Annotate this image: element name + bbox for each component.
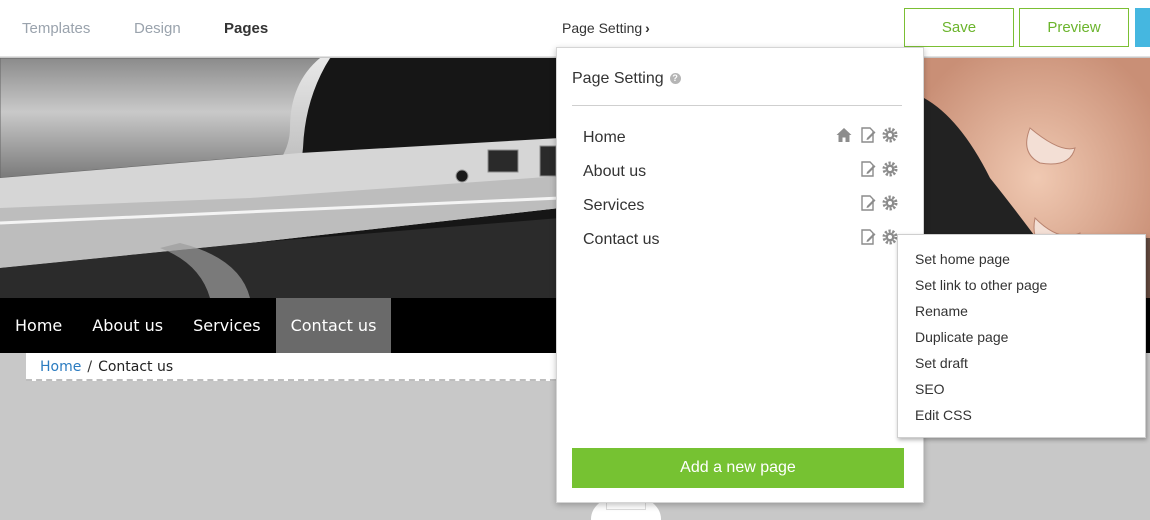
page-setting-panel: Page Setting? Home About us Services Con… [556,47,924,503]
save-button[interactable]: Save [904,8,1014,47]
edit-page-icon[interactable] [859,228,877,246]
tab-design[interactable]: Design [134,20,181,37]
menu-item-duplicate-page[interactable]: Duplicate page [898,327,1145,353]
page-row-name: Contact us [583,231,660,248]
menu-item-set-home-page[interactable]: Set home page [898,249,1145,275]
page-setting-link-label: Page Setting [562,20,643,36]
edit-page-icon[interactable] [859,194,877,212]
edit-page-icon[interactable] [859,160,877,178]
menu-item-set-draft[interactable]: Set draft [898,353,1145,379]
page-context-menu: Set home page Set link to other page Ren… [897,234,1146,438]
nav-item-home[interactable]: Home [0,298,77,353]
panel-title-text: Page Setting [572,70,664,87]
nav-item-about-us[interactable]: About us [77,298,178,353]
gear-icon[interactable] [881,126,899,144]
menu-item-rename[interactable]: Rename [898,301,1145,327]
preview-button[interactable]: Preview [1019,8,1129,47]
publish-button[interactable] [1135,8,1150,47]
gear-icon[interactable] [881,160,899,178]
page-row-name: Services [583,197,645,214]
menu-item-set-link[interactable]: Set link to other page [898,275,1145,301]
page-row[interactable]: About us [572,158,902,188]
tab-pages[interactable]: Pages [224,20,268,37]
page-setting-link[interactable]: Page Setting › [562,20,650,36]
chevron-right-icon: › [645,20,650,36]
divider [572,105,902,106]
page-row[interactable]: Contact us [572,226,902,256]
nav-item-services[interactable]: Services [178,298,275,353]
breadcrumb-current: Contact us [98,359,174,375]
breadcrumb: Home / Contact us [26,353,556,381]
page-row-name: Home [583,129,626,146]
gear-icon[interactable] [881,194,899,212]
add-section-chip [606,502,646,510]
menu-item-edit-css[interactable]: Edit CSS [898,405,1145,431]
home-icon[interactable] [835,126,853,144]
edit-page-icon[interactable] [859,126,877,144]
page-row-name: About us [583,163,647,180]
breadcrumb-home-link[interactable]: Home [40,359,81,375]
menu-item-seo[interactable]: SEO [898,379,1145,405]
page-row[interactable]: Services [572,192,902,222]
add-new-page-button[interactable]: Add a new page [572,448,904,488]
page-row[interactable]: Home [572,124,902,154]
site-nav: Home About us Services Contact us [0,298,556,353]
panel-title: Page Setting? [572,70,681,88]
nav-item-contact-us[interactable]: Contact us [275,298,392,353]
question-circle-icon[interactable]: ? [669,73,681,84]
breadcrumb-separator: / [87,359,93,375]
tab-templates[interactable]: Templates [22,20,90,37]
